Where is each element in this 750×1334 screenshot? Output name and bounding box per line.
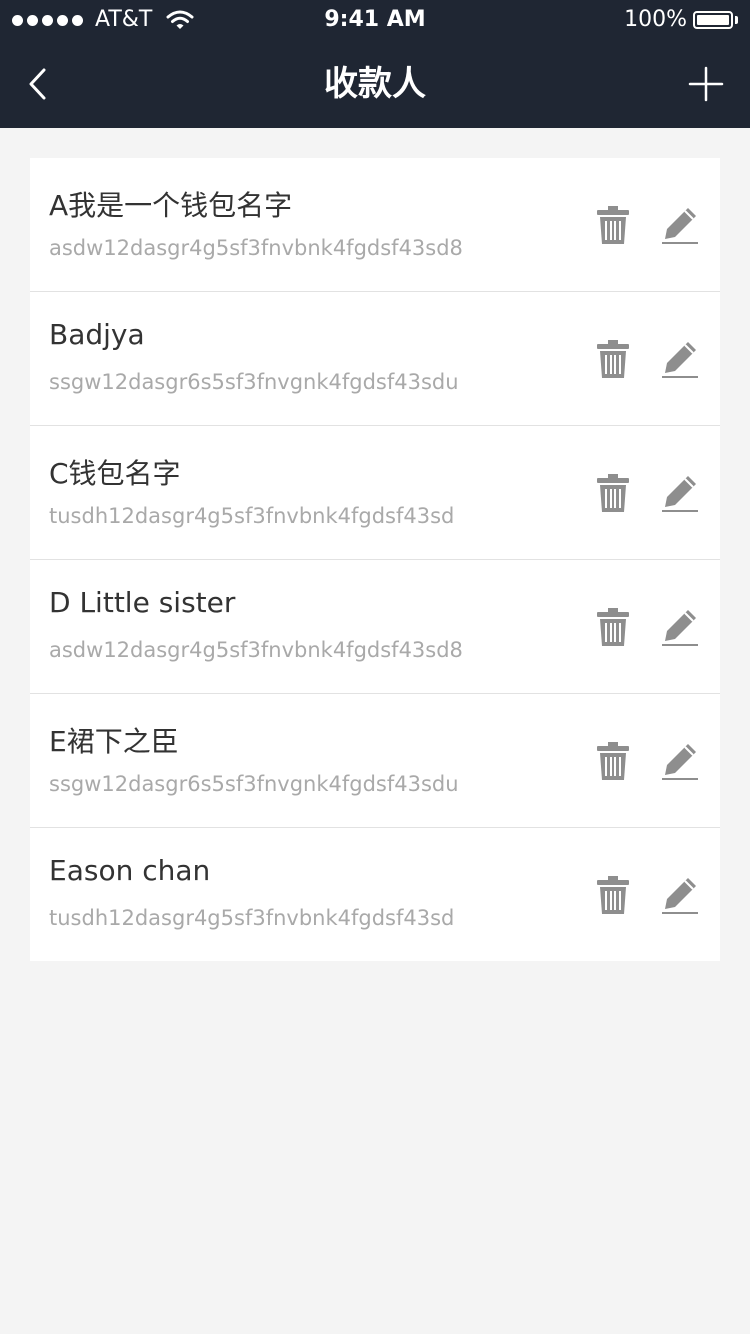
payee-address: tusdh12dasgr4g5sf3fnvbnk4fgdsf43sd xyxy=(49,504,455,528)
status-bar-right: 100% xyxy=(624,0,738,40)
payee-row[interactable]: E裙下之臣 ssgw12dasgr6s5sf3fnvgnk4fgdsf43sdu xyxy=(30,694,720,828)
trash-icon[interactable] xyxy=(594,338,632,380)
payee-address: ssgw12dasgr6s5sf3fnvgnk4fgdsf43sdu xyxy=(49,772,459,796)
battery-percent: 100% xyxy=(624,7,687,32)
trash-icon[interactable] xyxy=(594,740,632,782)
pencil-icon[interactable] xyxy=(662,472,702,514)
page-title: 收款人 xyxy=(324,64,426,104)
payee-row[interactable]: A我是一个钱包名字 asdw12dasgr4g5sf3fnvbnk4fgdsf4… xyxy=(30,158,720,292)
trash-icon[interactable] xyxy=(594,204,632,246)
payee-name: Badjya xyxy=(49,318,145,351)
battery-tip xyxy=(735,16,738,24)
pencil-icon[interactable] xyxy=(662,338,702,380)
payee-address: ssgw12dasgr6s5sf3fnvgnk4fgdsf43sdu xyxy=(49,370,459,394)
payee-row[interactable]: C钱包名字 tusdh12dasgr4g5sf3fnvbnk4fgdsf43sd xyxy=(30,426,720,560)
battery-fill xyxy=(697,15,729,25)
pencil-icon[interactable] xyxy=(662,874,702,916)
payee-name: E裙下之臣 xyxy=(49,725,179,758)
payee-name: D Little sister xyxy=(49,586,236,619)
payee-name: Eason chan xyxy=(49,854,211,887)
plus-icon[interactable] xyxy=(686,64,726,104)
pencil-icon[interactable] xyxy=(662,606,702,648)
payee-row[interactable]: D Little sister asdw12dasgr4g5sf3fnvbnk4… xyxy=(30,560,720,694)
pencil-icon[interactable] xyxy=(662,204,702,246)
payee-name: A我是一个钱包名字 xyxy=(49,189,293,222)
payee-row[interactable]: Badjya ssgw12dasgr6s5sf3fnvgnk4fgdsf43sd… xyxy=(30,292,720,426)
payee-name: C钱包名字 xyxy=(49,457,181,490)
status-bar: AT&T 9:41 AM 100% xyxy=(0,0,750,40)
header: AT&T 9:41 AM 100% 收款人 xyxy=(0,0,750,128)
payee-address: asdw12dasgr4g5sf3fnvbnk4fgdsf43sd8 xyxy=(49,638,463,662)
payee-list: A我是一个钱包名字 asdw12dasgr4g5sf3fnvbnk4fgdsf4… xyxy=(30,158,720,961)
pencil-icon[interactable] xyxy=(662,740,702,782)
payee-address: asdw12dasgr4g5sf3fnvbnk4fgdsf43sd8 xyxy=(49,236,463,260)
payee-row[interactable]: Eason chan tusdh12dasgr4g5sf3fnvbnk4fgds… xyxy=(30,828,720,961)
navigation-bar: 收款人 xyxy=(0,40,750,128)
trash-icon[interactable] xyxy=(594,472,632,514)
battery-icon xyxy=(693,11,733,29)
trash-icon[interactable] xyxy=(594,606,632,648)
trash-icon[interactable] xyxy=(594,874,632,916)
payee-address: tusdh12dasgr4g5sf3fnvbnk4fgdsf43sd xyxy=(49,906,455,930)
